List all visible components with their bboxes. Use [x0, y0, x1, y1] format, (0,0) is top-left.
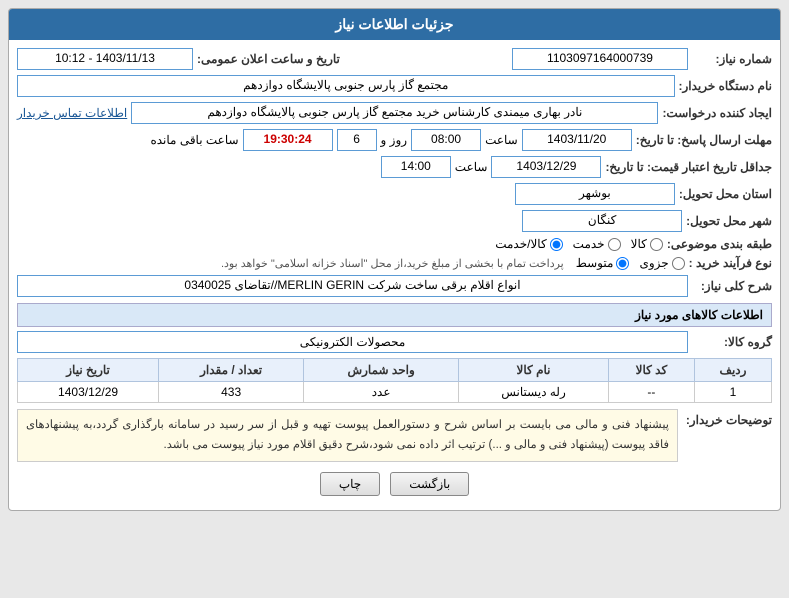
- mohlat-date: 1403/11/20: [522, 129, 632, 151]
- khadamat-label: خدمت: [573, 237, 605, 251]
- cell-kod: --: [608, 382, 694, 403]
- row-namdastgah: نام دستگاه خریدار: مجتمع گاز پارس جنوبی …: [17, 75, 772, 97]
- main-card: جزئیات اطلاعات نیاز شماره نیاز: 11030971…: [8, 8, 781, 511]
- radio-kala[interactable]: کالا: [631, 237, 663, 251]
- namdastgah-value: مجتمع گاز پارس جنوبی پالایشگاه دوازدهم: [17, 75, 675, 97]
- shahr-label: شهر محل تحویل:: [686, 214, 772, 228]
- page-title: جزئیات اطلاعات نیاز: [335, 16, 453, 32]
- cell-nam: رله دیستانس: [459, 382, 609, 403]
- noe-note: پرداخت تمام با بخشی از مبلغ خرید،از محل …: [221, 257, 564, 270]
- jadval-saat-label: ساعت: [455, 160, 488, 174]
- cell-radif: 1: [694, 382, 771, 403]
- footer-buttons: بازگشت چاپ: [17, 472, 772, 502]
- table-body: 1--رله دیستانسعدد4331403/12/29: [18, 382, 772, 403]
- touzih-value: پیشنهاد فنی و مالی می بایست بر اساس شرح …: [17, 409, 678, 462]
- mohlat-rooz: 6: [337, 129, 377, 151]
- radio-kala-input[interactable]: [650, 238, 663, 251]
- radio-motevaset[interactable]: متوسط: [576, 256, 630, 270]
- row-sharc-koli: شرح کلی نیاز: انواع اقلام برقی ساخت شرکت…: [17, 275, 772, 297]
- col-radif: ردیف: [694, 359, 771, 382]
- radio-kala-khadamat[interactable]: کالا/خدمت: [495, 237, 562, 251]
- kala-khadamat-label: کالا/خدمت: [495, 237, 546, 251]
- row-tabaqe: طبقه بندی موضوعی: کالا خدمت کالا/خدمت: [17, 237, 772, 251]
- tarikh-label: تاریخ و ساعت اعلان عمومی:: [197, 52, 340, 66]
- chap-button[interactable]: چاپ: [320, 472, 380, 496]
- mohlat-mande-label: ساعت باقی مانده: [150, 133, 238, 147]
- table-row: 1--رله دیستانسعدد4331403/12/29: [18, 382, 772, 403]
- card-header: جزئیات اطلاعات نیاز: [9, 9, 780, 40]
- namdastgah-label: نام دستگاه خریدار:: [679, 79, 773, 93]
- cell-tarikh: 1403/12/29: [18, 382, 159, 403]
- radio-motevaset-input[interactable]: [616, 257, 629, 270]
- jadval-saat: 14:00: [381, 156, 451, 178]
- cell-tedad: 433: [159, 382, 304, 403]
- shomare-niaz-value: 1103097164000739: [512, 48, 688, 70]
- tarikh-value: 1403/11/13 - 10:12: [17, 48, 193, 70]
- col-tarikh: تاریخ نیاز: [18, 359, 159, 382]
- cell-vahed: عدد: [304, 382, 459, 403]
- mohlat-label: مهلت ارسال پاسخ: تا تاریخ:: [636, 133, 772, 147]
- rooz-label: روز و: [381, 133, 408, 147]
- sharc-label: شرح کلی نیاز:: [692, 279, 772, 293]
- page-wrapper: جزئیات اطلاعات نیاز شماره نیاز: 11030971…: [0, 0, 789, 519]
- radio-jozvi[interactable]: جزوی: [639, 256, 684, 270]
- grohe-label: گروه کالا:: [692, 335, 772, 349]
- row-grohe: گروه کالا: محصولات الکترونیکی: [17, 331, 772, 353]
- noe-radios: جزوی متوسط: [576, 256, 685, 270]
- bazgasht-button[interactable]: بازگشت: [390, 472, 469, 496]
- jadval-date: 1403/12/29: [491, 156, 601, 178]
- card-body: شماره نیاز: 1103097164000739 تاریخ و ساع…: [9, 40, 780, 510]
- saat-label: ساعت: [485, 133, 518, 147]
- items-table: ردیف کد کالا نام کالا واحد شمارش تعداد /…: [17, 358, 772, 403]
- ijad-value: نادر بهاری میمندی کارشناس خرید مجتمع گاز…: [131, 102, 658, 124]
- tabaqe-radios: کالا خدمت کالا/خدمت: [495, 237, 663, 251]
- tabaqe-label: طبقه بندی موضوعی:: [667, 237, 772, 251]
- col-tedad: تعداد / مقدار: [159, 359, 304, 382]
- row-touzih: توضیحات خریدار: پیشنهاد فنی و مالی می با…: [17, 409, 772, 462]
- row-shahr: شهر محل تحویل: کنگان: [17, 210, 772, 232]
- col-nam: نام کالا: [459, 359, 609, 382]
- shahr-value: کنگان: [522, 210, 682, 232]
- ostan-label: استان محل تحویل:: [679, 187, 772, 201]
- ettelaat-link[interactable]: اطلاعات تماس خریدار: [17, 106, 127, 120]
- col-kod: کد کالا: [608, 359, 694, 382]
- jozvi-label: جزوی: [639, 256, 668, 270]
- radio-khadamat-input[interactable]: [608, 238, 621, 251]
- row-noe-farayand: نوع فرآیند خرید : جزوی متوسط پرداخت تمام…: [17, 256, 772, 270]
- radio-khadamat[interactable]: خدمت: [573, 237, 621, 251]
- shomare-niaz-label: شماره نیاز:: [692, 52, 772, 66]
- mohlat-mande: 19:30:24: [243, 129, 333, 151]
- jadval-label: جداقل تاریخ اعتبار قیمت: تا تاریخ:: [605, 160, 772, 174]
- row-ostan: استان محل تحویل: بوشهر: [17, 183, 772, 205]
- touzih-label: توضیحات خریدار:: [682, 409, 772, 427]
- motevaset-label: متوسط: [576, 256, 614, 270]
- sharc-value: انواع اقلام برقی ساخت شرکت MERLIN GERIN/…: [17, 275, 688, 297]
- radio-jozvi-input[interactable]: [672, 257, 685, 270]
- row-ijad: ایجاد کننده درخواست: نادر بهاری میمندی ک…: [17, 102, 772, 124]
- grohe-value: محصولات الکترونیکی: [17, 331, 688, 353]
- ijad-label: ایجاد کننده درخواست:: [662, 106, 772, 120]
- radio-kala-khadamat-input[interactable]: [550, 238, 563, 251]
- table-header: ردیف کد کالا نام کالا واحد شمارش تعداد /…: [18, 359, 772, 382]
- etelaat-kala-title: اطلاعات کالاهای مورد نیاز: [17, 303, 772, 327]
- kala-label: کالا: [631, 237, 647, 251]
- noe-label: نوع فرآیند خرید :: [689, 256, 772, 270]
- mohlat-saat: 08:00: [411, 129, 481, 151]
- row-shomare: شماره نیاز: 1103097164000739 تاریخ و ساع…: [17, 48, 772, 70]
- row-mohlat: مهلت ارسال پاسخ: تا تاریخ: 1403/11/20 سا…: [17, 129, 772, 151]
- ostan-value: بوشهر: [515, 183, 675, 205]
- col-vahed: واحد شمارش: [304, 359, 459, 382]
- row-jadval: جداقل تاریخ اعتبار قیمت: تا تاریخ: 1403/…: [17, 156, 772, 178]
